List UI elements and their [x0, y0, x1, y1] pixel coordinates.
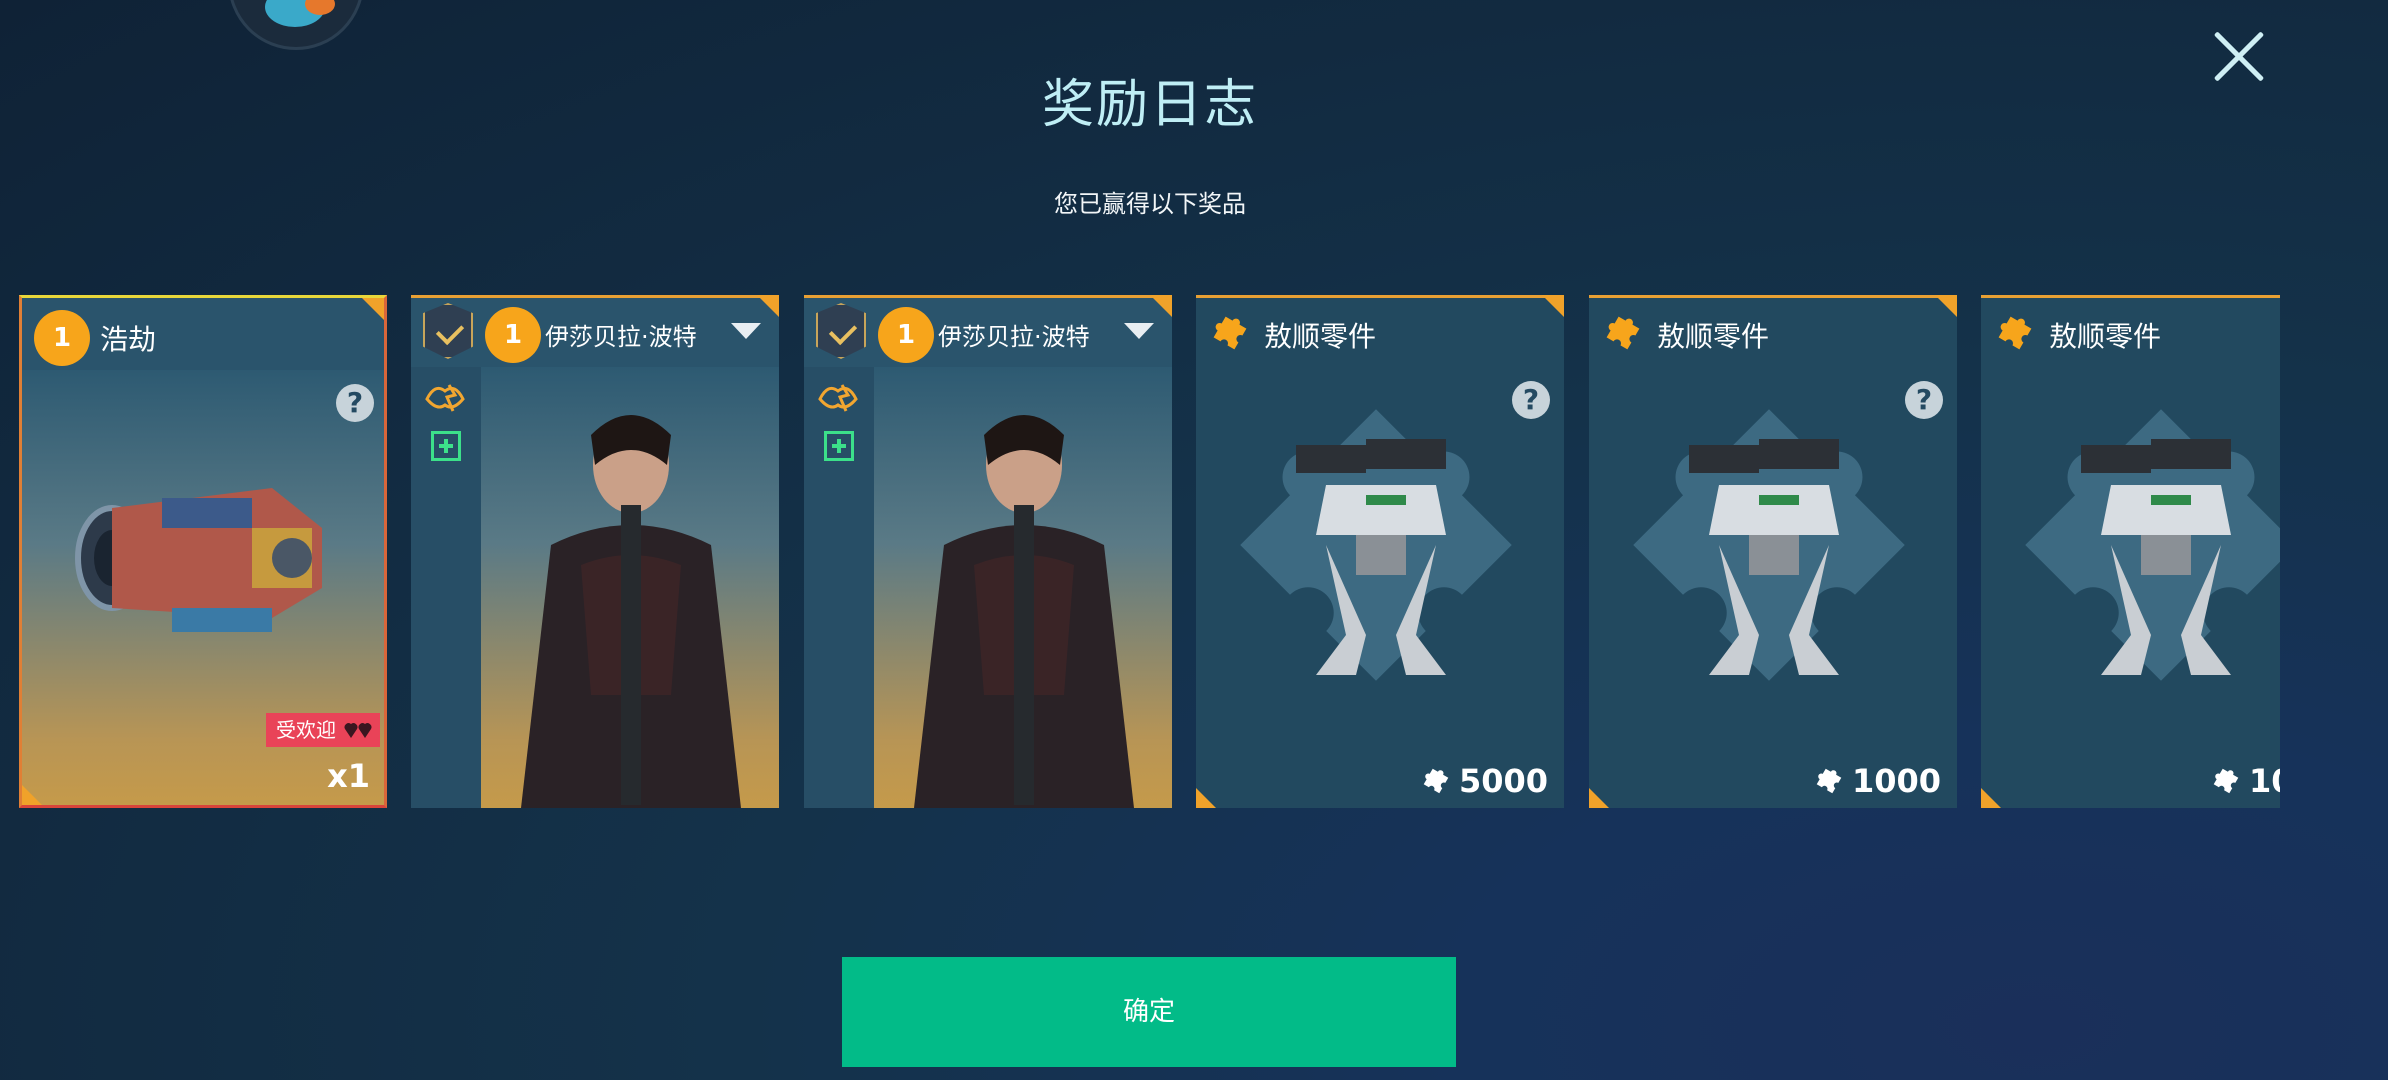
- reward-card-parts[interactable]: 敖顺零件 ? 1000: [1589, 295, 1957, 808]
- level-badge: 1: [878, 307, 934, 363]
- popular-tag: 受欢迎: [266, 713, 380, 747]
- level-badge: 1: [34, 310, 90, 366]
- popular-heart-icon: [344, 723, 372, 738]
- page-subtitle: 您已赢得以下奖品: [1054, 190, 1246, 218]
- corner-accent: [1196, 788, 1216, 808]
- reward-name: 伊莎贝拉·波特: [938, 323, 1090, 351]
- pilot-portrait: [914, 415, 1134, 808]
- puzzle-icon: [1213, 316, 1247, 350]
- puzzle-icon: [1998, 316, 2032, 350]
- card-header: [1196, 295, 1564, 367]
- card-top-border: [1589, 295, 1957, 298]
- corner-accent: [1589, 788, 1609, 808]
- reward-name: 敖顺零件: [1264, 320, 1377, 353]
- pilot-portrait: [521, 415, 741, 808]
- puzzle-icon: [1606, 316, 1640, 350]
- help-icon[interactable]: ?: [336, 384, 374, 422]
- skill-icon: [818, 384, 858, 412]
- corner-accent: [362, 298, 384, 320]
- corner-accent: [1935, 295, 1957, 317]
- dropdown-icon[interactable]: [731, 323, 761, 339]
- reward-name: 浩劫: [100, 323, 157, 356]
- weapon-image: [75, 488, 322, 632]
- reward-name: 敖顺零件: [2049, 320, 2162, 353]
- card-top-border: [1196, 295, 1564, 298]
- card-top-border: [804, 295, 1172, 298]
- help-icon[interactable]: ?: [1905, 381, 1943, 419]
- robot-image: [1296, 439, 1446, 675]
- puzzle-icon: [1816, 768, 1842, 794]
- corner-accent: [757, 295, 779, 317]
- corner-accent: [1150, 295, 1172, 317]
- reward-card-pilot[interactable]: 1 伊莎贝拉·波特: [411, 295, 779, 808]
- plus-icon[interactable]: [431, 431, 461, 461]
- robot-image: [1689, 439, 1839, 675]
- parts-amount: 1000: [1814, 762, 1941, 800]
- parts-amount-value: 5000: [1458, 762, 1548, 800]
- reward-card-item[interactable]: 1 浩劫 ? 受欢迎 x1: [19, 295, 387, 808]
- puzzle-icon: [1423, 768, 1449, 794]
- help-icon[interactable]: ?: [1512, 381, 1550, 419]
- robot-image: [2081, 439, 2231, 675]
- corner-accent: [1542, 295, 1564, 317]
- page-title: 奖励日志: [1041, 75, 1258, 135]
- corner-accent: [1981, 788, 2001, 808]
- plus-icon[interactable]: [824, 431, 854, 461]
- parts-amount-value: 10: [2249, 762, 2280, 800]
- close-icon[interactable]: [2212, 30, 2266, 84]
- reward-quantity: x1: [327, 757, 370, 795]
- reward-card-parts[interactable]: 敖顺零件 10: [1981, 295, 2280, 808]
- confirm-button[interactable]: 确定: [842, 957, 1456, 1067]
- puzzle-icon: [2213, 768, 2239, 794]
- reward-name: 敖顺零件: [1657, 320, 1770, 353]
- reward-card-pilot[interactable]: 1 伊莎贝拉·波特: [804, 295, 1172, 808]
- level-badge: 1: [485, 307, 541, 363]
- card-top-border: [1981, 295, 2280, 298]
- dropdown-icon[interactable]: [1124, 323, 1154, 339]
- parts-amount: 10: [2211, 762, 2280, 800]
- reward-name: 伊莎贝拉·波特: [545, 323, 697, 351]
- skill-icon: [425, 384, 465, 412]
- rewards-carousel[interactable]: 1 浩劫 ? 受欢迎 x1 1 伊莎贝拉·波特 1 伊莎贝拉·波特 敖顺零件 ?…: [0, 293, 2280, 813]
- parts-amount: 5000: [1421, 762, 1548, 800]
- corner-accent: [22, 785, 42, 805]
- profile-avatar-badge: [228, 0, 364, 50]
- card-header: [1589, 295, 1957, 367]
- reward-card-parts[interactable]: 敖顺零件 ? 5000: [1196, 295, 1564, 808]
- parts-amount-value: 1000: [1851, 762, 1941, 800]
- card-top-border: [411, 295, 779, 298]
- popular-tag-label: 受欢迎: [276, 718, 336, 742]
